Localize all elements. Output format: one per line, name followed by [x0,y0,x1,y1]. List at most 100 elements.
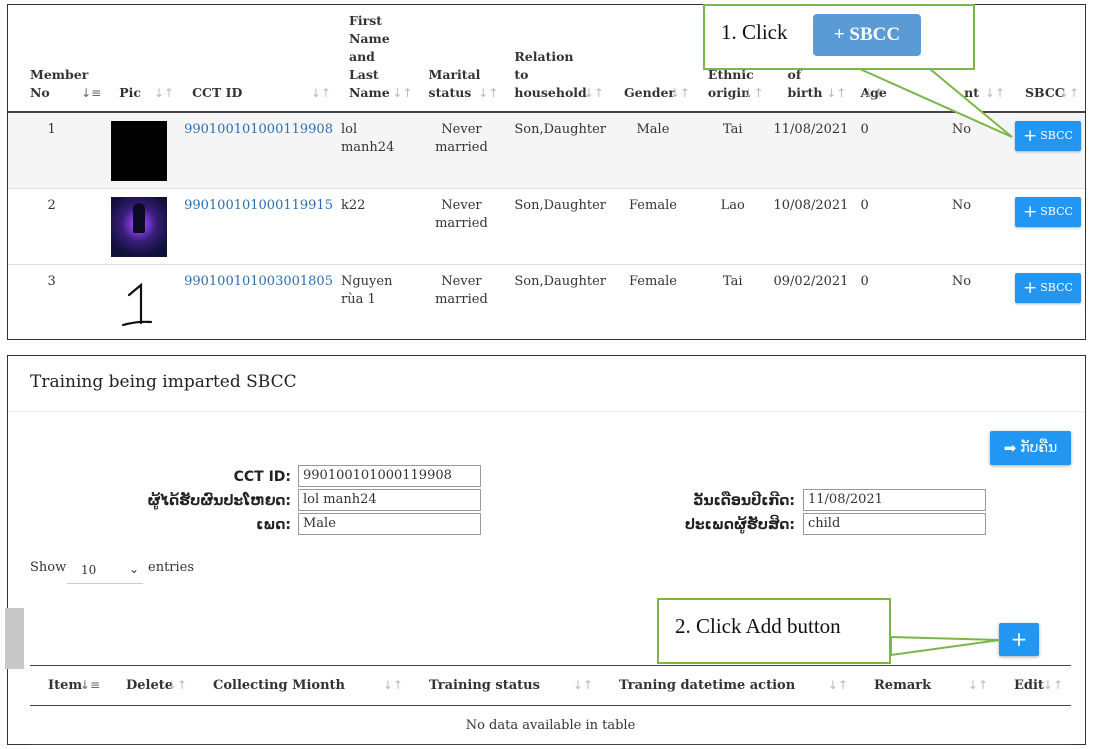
back-button[interactable]: ➡ ກັບຄືນ [990,431,1071,465]
gender-field[interactable]: Male [298,513,481,535]
date-of-birth: 10/08/2021 [769,187,853,264]
gender: Male [609,111,696,188]
marital-status: Never married [418,187,505,264]
col-header-member-no[interactable]: Member No ↓≡ [8,5,108,113]
table-row: No data available in table [30,705,1071,745]
sort-icon[interactable]: ↓↑ [670,84,690,102]
col-header-marital[interactable]: Marital status ↓↑ [418,5,505,113]
plus-icon: + [1023,126,1038,146]
sort-icon[interactable]: ↓↑ [968,678,988,692]
plus-icon: + [1023,277,1038,298]
relation: Son,Daughter [504,111,610,188]
col-header-cct-id[interactable]: CCT ID ↓↑ [180,5,337,113]
instruction-callout-1: 1. Click + SBCC [703,4,975,70]
col11-value: No [911,187,1012,264]
sort-icon[interactable]: ↓↑ [1059,84,1079,102]
entries-label: entries [148,560,195,575]
chevron-down-icon: ⌄ [128,562,139,576]
cct-id-link[interactable]: 990100101000119908 [180,111,337,188]
show-label: Show [30,560,67,575]
member-name: Nguyen rùa 1 [336,263,419,340]
add-button[interactable]: + [999,623,1039,656]
member-photo [111,196,168,257]
side-scroll-tab[interactable] [5,608,24,669]
member-photo [111,121,168,181]
col-header-edit[interactable]: Edit ↓↑ [996,665,1071,706]
col-header-name[interactable]: First Name and Last Name ↓↑ [336,5,419,113]
table-row: 3 990100101003001805 Nguyen rùa 1 Never … [8,263,1085,340]
date-of-birth: 11/08/2021 [769,111,853,188]
col-header-delete[interactable]: Delete ↓↑ [108,665,195,706]
date-of-birth: 09/02/2021 [769,263,853,340]
table-row: 1 990100101000119908 lol manh24 Never ma… [8,111,1085,188]
sort-icon[interactable]: ↓↑ [828,678,848,692]
relation: Son,Daughter [504,187,610,264]
cct-id-label: CCT ID: [233,469,291,485]
sort-asc-icon[interactable]: ↓≡ [81,84,101,102]
arrow-right-icon: ➡ [1003,439,1017,457]
dob-label: ວັນເດືອນປີເກີດ: [693,493,795,509]
callout-text: 2. Click Add button [675,614,841,638]
marital-status: Never married [418,263,505,340]
sort-icon[interactable]: ↓↑ [167,678,187,692]
col-header-pic[interactable]: Pic ↓↑ [107,5,181,113]
gender: Female [609,187,696,264]
sort-icon[interactable]: ↓↑ [826,84,846,102]
sort-icon[interactable]: ↓↑ [392,84,412,102]
col-header-relation[interactable]: Relation to household ↓↑ [504,5,610,113]
sort-icon[interactable]: ↓↑ [311,84,331,102]
entries-select[interactable]: 10 ⌄ [67,559,143,584]
plus-icon: + [1023,201,1038,222]
col-header-remark[interactable]: Remark ↓↑ [856,665,996,706]
empty-table-message: No data available in table [30,705,1071,745]
gender: Female [609,263,696,340]
training-header-row: Item ↓≡ Delete ↓↑ Collecting Mionth ↓↑ Trai… [30,665,1071,706]
beneficiary-type-label: ປະເພດຜູ້ຮັບສິດ: [684,517,795,533]
sbcc-cell: + SBCC [1011,187,1085,264]
cct-id-link[interactable]: 990100101003001805 [180,263,337,340]
sbcc-button[interactable]: + SBCC [1015,121,1081,151]
sbcc-cell: + SBCC [1011,111,1085,188]
col-header-training-status[interactable]: Training status ↓↑ [411,665,601,706]
sort-icon[interactable]: ↓↑ [743,84,763,102]
sort-icon[interactable]: ↓↑ [1043,678,1063,692]
table-row: 2 990100101000119915 k22 Never married S… [8,187,1085,264]
instruction-callout-2: 2. Click Add button [657,598,891,664]
sort-icon[interactable]: ↓↑ [573,678,593,692]
sort-icon[interactable]: ↓↑ [584,84,604,102]
cct-id-link[interactable]: 990100101000119915 [180,187,337,264]
divider [8,411,1085,412]
sbcc-cell: + SBCC [1011,263,1085,340]
panel-title: Training being imparted SBCC [30,372,297,392]
age: 0 [852,263,912,340]
col-header-training-datetime[interactable]: Traning datetime action ↓↑ [601,665,856,706]
member-pic [107,187,181,264]
sbcc-button[interactable]: + SBCC [1015,196,1081,227]
col11-value: No [911,263,1012,340]
handwritten-one-image [122,282,153,326]
callout-sbcc-button-image: + SBCC [813,14,921,56]
age: 0 [852,111,912,188]
sort-icon[interactable]: ↓↑ [383,678,403,692]
ethnic-origin: Tai [695,111,770,188]
dob-field[interactable]: 11/08/2021 [803,489,986,511]
beneficiary-label: ຜູ້ໄດ້ຮັບຜົນປະໂຫຍດ: [147,493,291,509]
beneficiary-type-field[interactable]: child [803,513,986,535]
member-no: 1 [8,111,108,188]
sort-icon[interactable]: ↓↑ [154,84,174,102]
col-header-sbcc[interactable]: SBCC ↓↑ [1011,5,1085,113]
col-header-collecting-month[interactable]: Collecting Mionth ↓↑ [195,665,411,706]
cct-id-field[interactable]: 990100101000119908 [298,465,481,487]
sort-asc-icon[interactable]: ↓≡ [80,678,100,692]
sort-icon[interactable]: ↓↑ [478,84,498,102]
sbcc-button[interactable]: + SBCC [1015,272,1081,303]
col-header-gender[interactable]: Gender ↓↑ [609,5,696,113]
sort-icon[interactable]: ↓↑ [864,84,884,102]
training-table: Item ↓≡ Delete ↓↑ Collecting Mionth ↓↑ Trai… [30,665,1071,745]
member-name: k22 [336,187,419,264]
training-panel: Training being imparted SBCC ➡ ກັບຄືນ CC… [7,355,1086,745]
ethnic-origin: Lao [695,187,770,264]
beneficiary-field[interactable]: lol manh24 [298,489,481,511]
sort-icon[interactable]: ↓↑ [985,84,1005,102]
col-header-item[interactable]: Item ↓≡ [30,665,108,706]
